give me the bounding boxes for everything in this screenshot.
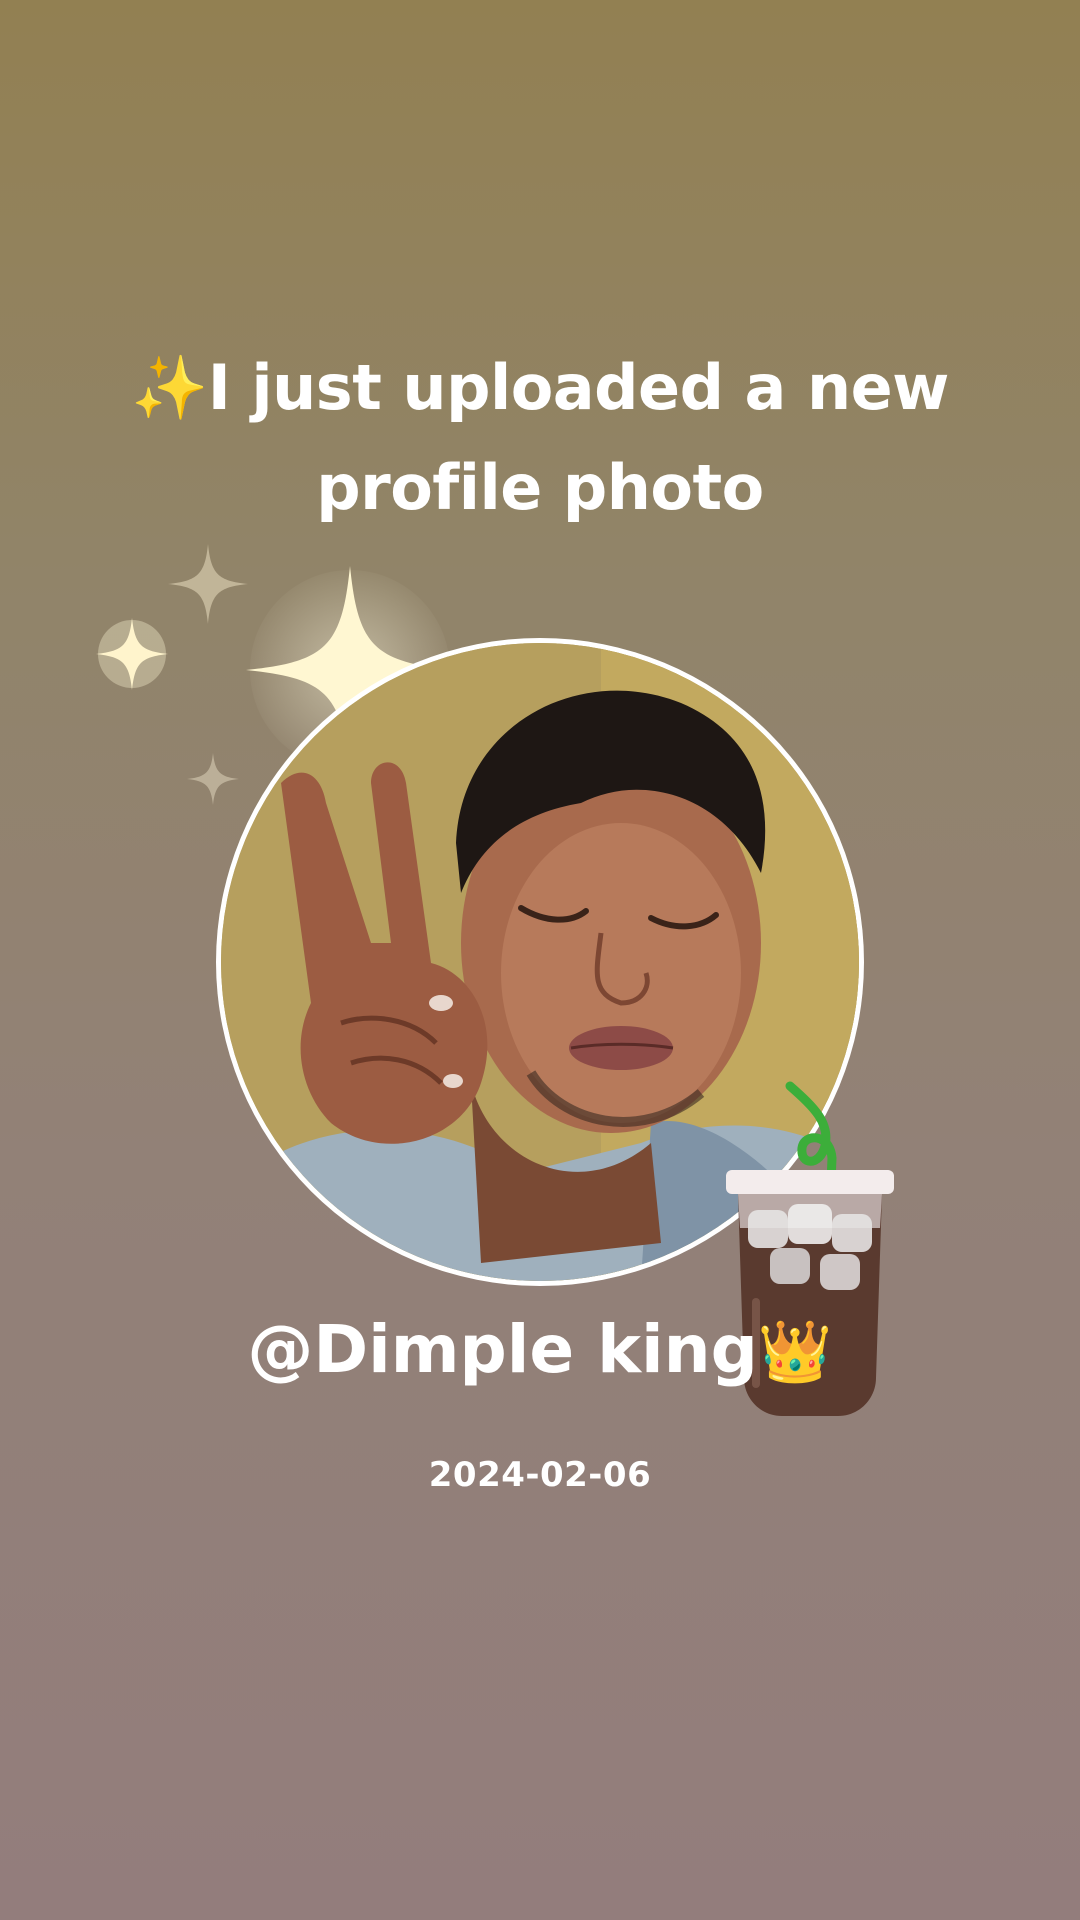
upload-date: 2024-02-06 <box>428 1455 652 1495</box>
headline: ✨I just uploaded a new profile photo <box>60 338 1020 538</box>
sparkle-star-tiny-icon <box>187 753 239 805</box>
sparkle-star-small-icon <box>96 618 168 690</box>
sparkles-icon: ✨ <box>131 351 208 424</box>
crown-icon: 👑 <box>757 1317 833 1387</box>
username-text: @Dimple king <box>247 1311 758 1388</box>
headline-text: I just uploaded a new profile photo <box>207 351 950 524</box>
sparkle-star-faint-icon <box>168 544 248 624</box>
username: @Dimple king👑 <box>60 1310 1020 1392</box>
